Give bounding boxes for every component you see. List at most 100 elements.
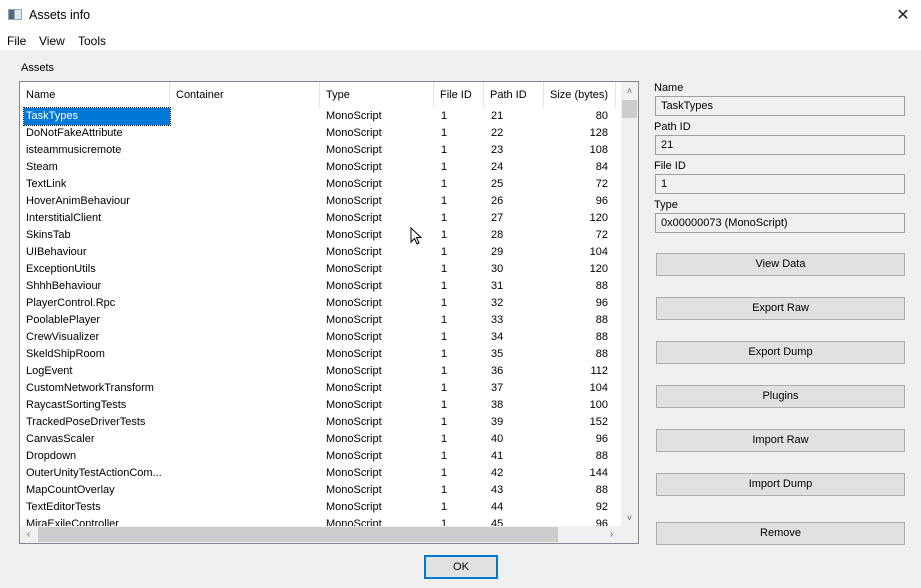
row-name: LogEvent [26,365,73,377]
table-row[interactable]: Steam MonoScript 1 24 84 [20,159,620,176]
row-file-id: 1 [441,348,448,360]
row-file-id: 1 [441,127,448,139]
row-size: 120 [589,263,608,275]
scroll-down-icon[interactable]: ˅ [621,509,638,526]
export-dump-button[interactable]: Export Dump [656,341,905,364]
horizontal-scroll-thumb[interactable] [38,527,558,542]
row-name: RaycastSortingTests [26,399,127,411]
table-row[interactable]: HoverAnimBehaviour MonoScript 1 26 96 [20,193,620,210]
column-file-id[interactable]: File ID [434,82,484,108]
file-id-label: File ID [654,160,686,172]
row-size: 80 [595,110,608,122]
row-size: 104 [589,246,608,258]
scroll-up-icon[interactable]: ˄ [621,82,638,99]
row-name: PoolablePlayer [26,314,100,326]
horizontal-scrollbar[interactable]: ‹ › [20,526,638,543]
row-size: 92 [595,501,608,513]
ok-button[interactable]: OK [424,555,498,579]
name-field[interactable]: TaskTypes [655,96,905,116]
row-name: CrewVisualizer [26,331,100,343]
menu-tools[interactable]: Tools [78,34,106,48]
row-size: 88 [595,450,608,462]
plugins-button[interactable]: Plugins [656,385,905,408]
import-raw-button[interactable]: Import Raw [656,429,905,452]
row-name: TextEditorTests [26,501,101,513]
menu-view[interactable]: View [39,34,65,48]
table-row[interactable]: TextLink MonoScript 1 25 72 [20,176,620,193]
row-type: MonoScript [326,144,382,156]
row-type: MonoScript [326,280,382,292]
row-type: MonoScript [326,467,382,479]
row-type: MonoScript [326,127,382,139]
type-field[interactable]: 0x00000073 (MonoScript) [655,213,905,233]
table-row[interactable]: SkeldShipRoom MonoScript 1 35 88 [20,346,620,363]
row-name: DoNotFakeAttribute [26,127,123,139]
row-type: MonoScript [326,246,382,258]
column-path-id[interactable]: Path ID [484,82,544,108]
table-row[interactable]: PlayerControl.Rpc MonoScript 1 32 96 [20,295,620,312]
row-path-id: 28 [491,229,504,241]
table-row[interactable]: MapCountOverlay MonoScript 1 43 88 [20,482,620,499]
name-label: Name [654,82,684,94]
row-path-id: 26 [491,195,504,207]
row-type: MonoScript [326,314,382,326]
scroll-right-icon[interactable]: › [603,526,620,543]
row-size: 112 [590,365,608,377]
row-path-id: 24 [491,161,504,173]
table-row[interactable]: TrackedPoseDriverTests MonoScript 1 39 152 [20,414,620,431]
table-row[interactable]: InterstitialClient MonoScript 1 27 120 [20,210,620,227]
row-path-id: 25 [491,178,504,190]
assets-list[interactable]: Name Container Type File ID Path ID Size… [19,81,639,544]
row-type: MonoScript [326,331,382,343]
row-name: isteammusicremote [26,144,122,156]
table-row[interactable]: UIBehaviour MonoScript 1 29 104 [20,244,620,261]
row-file-id: 1 [441,280,448,292]
scroll-left-icon[interactable]: ‹ [20,526,37,543]
row-name: Dropdown [26,450,77,462]
vertical-scrollbar[interactable]: ˄ ˅ [621,82,638,526]
path-id-field[interactable]: 21 [655,135,905,155]
row-file-id: 1 [441,365,448,377]
export-raw-button[interactable]: Export Raw [656,297,905,320]
row-type: MonoScript [326,416,382,428]
import-dump-button[interactable]: Import Dump [656,473,905,496]
table-row[interactable]: isteammusicremote MonoScript 1 23 108 [20,142,620,159]
row-size: 88 [595,484,608,496]
table-row[interactable]: CrewVisualizer MonoScript 1 34 88 [20,329,620,346]
column-size[interactable]: Size (bytes) [544,82,616,108]
row-name: ShhhBehaviour [26,280,102,292]
table-row[interactable]: CanvasScaler MonoScript 1 40 96 [20,431,620,448]
table-row[interactable]: CustomNetworkTransform MonoScript 1 37 104 [20,380,620,397]
menu-file[interactable]: File [7,34,26,48]
table-row[interactable]: PoolablePlayer MonoScript 1 33 88 [20,312,620,329]
table-row[interactable]: DoNotFakeAttribute MonoScript 1 22 128 [20,125,620,142]
column-container[interactable]: Container [170,82,320,108]
vertical-scroll-thumb[interactable] [622,100,637,118]
table-row[interactable]: ExceptionUtils MonoScript 1 30 120 [20,261,620,278]
table-row[interactable]: ShhhBehaviour MonoScript 1 31 88 [20,278,620,295]
row-size: 84 [595,161,608,173]
table-row[interactable]: TaskTypes MonoScript 1 21 80 [20,107,620,126]
close-icon[interactable]: ✕ [891,4,915,26]
table-row[interactable]: OuterUnityTestActionCom... MonoScript 1 42 1… [20,465,620,482]
row-type: MonoScript [326,399,382,411]
table-row[interactable]: LogEvent MonoScript 1 36 112 [20,363,620,380]
remove-button[interactable]: Remove [656,522,905,545]
row-file-id: 1 [441,501,448,513]
mouse-cursor-icon [410,227,422,245]
view-data-button[interactable]: View Data [656,253,905,276]
row-name: TrackedPoseDriverTests [26,416,146,428]
row-name: Steam [26,161,58,173]
column-name[interactable]: Name [20,82,170,108]
column-type[interactable]: Type [320,82,434,108]
row-file-id: 1 [441,433,448,445]
table-row[interactable]: Dropdown MonoScript 1 41 88 [20,448,620,465]
row-type: MonoScript [326,178,382,190]
file-id-field[interactable]: 1 [655,174,905,194]
row-file-id: 1 [441,467,448,479]
table-row[interactable]: RaycastSortingTests MonoScript 1 38 100 [20,397,620,414]
row-size: 72 [595,229,608,241]
row-path-id: 44 [491,501,504,513]
table-row[interactable]: SkinsTab MonoScript 1 28 72 [20,227,620,244]
table-row[interactable]: TextEditorTests MonoScript 1 44 92 [20,499,620,516]
